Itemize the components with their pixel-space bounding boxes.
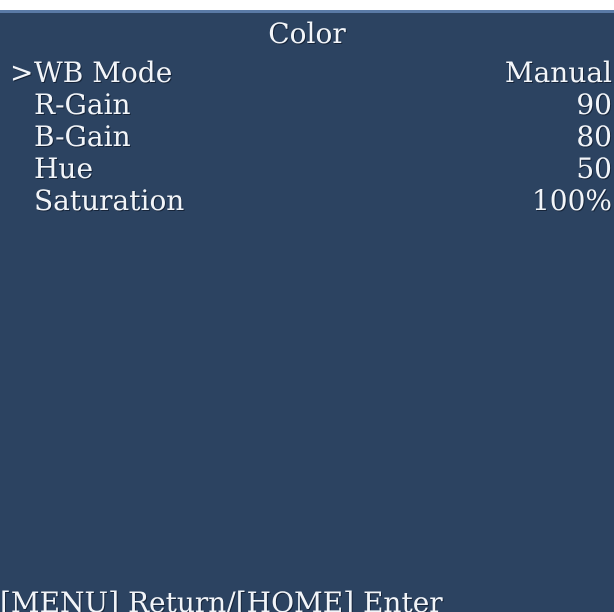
menu-item-label: R-Gain — [34, 88, 131, 121]
menu-item-hue[interactable]: Hue 50 — [0, 153, 614, 185]
footer-hint-text: [MENU] Return/[HOME] Enter — [0, 586, 443, 612]
menu-item-value: Manual — [504, 56, 612, 89]
menu-title: Color — [268, 17, 346, 50]
menu-item-b-gain[interactable]: B-Gain 80 — [0, 121, 614, 153]
menu-item-value: 50 — [576, 152, 612, 185]
menu-item-saturation[interactable]: Saturation 100% — [0, 185, 614, 217]
menu-item-label: Saturation — [34, 184, 185, 217]
menu-item-label: B-Gain — [34, 120, 131, 153]
menu-item-label: Hue — [34, 152, 94, 185]
camera-osd-screen: Color > WB Mode Manual R-Gain 90 B-Gain … — [0, 0, 614, 612]
menu-item-value: 80 — [576, 120, 612, 153]
menu-item-r-gain[interactable]: R-Gain 90 — [0, 89, 614, 121]
footer-hint: [MENU] Return/[HOME] Enter — [0, 585, 614, 612]
menu-item-wb-mode[interactable]: > WB Mode Manual — [0, 57, 614, 89]
selection-cursor-icon: > — [10, 56, 34, 89]
osd-menu-panel: Color > WB Mode Manual R-Gain 90 B-Gain … — [0, 10, 614, 612]
menu-item-value: 100% — [531, 184, 612, 217]
menu-list: > WB Mode Manual R-Gain 90 B-Gain 80 Hue… — [0, 57, 614, 217]
menu-item-value: 90 — [576, 88, 612, 121]
menu-item-label: WB Mode — [34, 56, 173, 89]
